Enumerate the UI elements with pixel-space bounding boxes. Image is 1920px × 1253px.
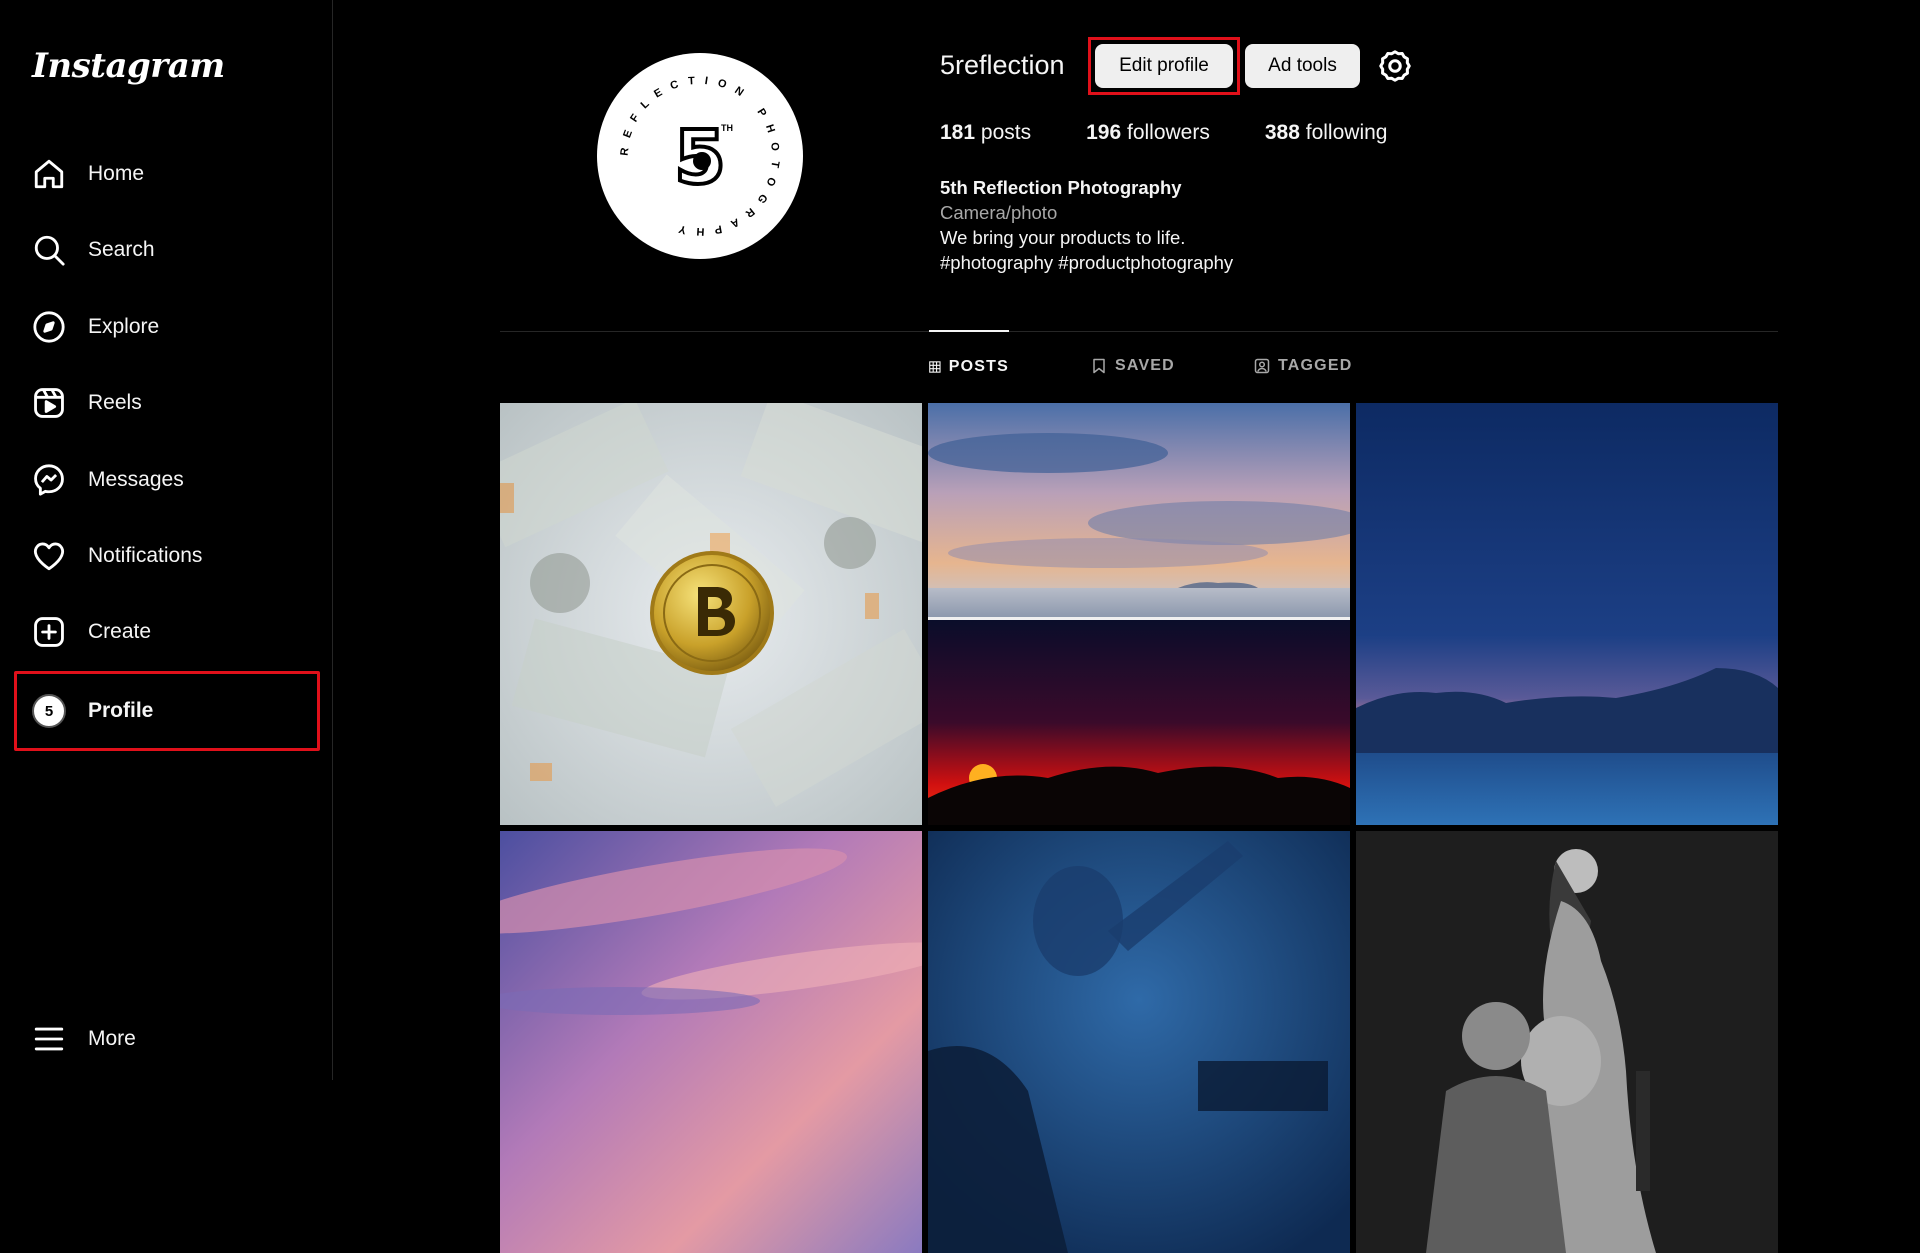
following-count: 388 — [1264, 121, 1300, 144]
sidebar-item-messages[interactable]: Messages — [14, 448, 320, 512]
post-maternity-portrait[interactable] — [1356, 831, 1778, 1253]
post-seascape-sunset[interactable] — [928, 403, 1350, 825]
sidebar-item-label: Profile — [88, 699, 154, 722]
sidebar-item-notifications[interactable]: Notifications — [14, 524, 320, 588]
followers-label: followers — [1126, 121, 1210, 144]
menu-icon — [32, 1022, 66, 1056]
posts-count: 181 — [940, 121, 976, 144]
post-pink-clouds[interactable] — [500, 831, 922, 1253]
bio-name: 5th Reflection Photography — [940, 177, 1182, 198]
logo-suffix: TH — [721, 123, 733, 133]
sidebar-item-more[interactable]: More — [14, 1007, 320, 1071]
sidebar-item-label: Home — [88, 162, 145, 185]
gear-icon[interactable] — [1377, 48, 1413, 84]
post-bitcoin[interactable] — [500, 403, 922, 825]
sidebar-item-search[interactable]: Search — [14, 218, 320, 282]
bio-line: We bring your products to life. — [940, 227, 1186, 248]
search-icon — [32, 233, 66, 267]
reels-icon — [32, 386, 66, 420]
tab-label: SAVED — [1115, 357, 1175, 374]
profile-stats: 181 posts 196 followers 388 following — [940, 121, 1442, 145]
sidebar-item-label: Messages — [88, 468, 184, 491]
avatar-logo-number: 5 — [32, 694, 66, 728]
sidebar-item-reels[interactable]: Reels — [14, 371, 320, 435]
profile-picture[interactable]: REFLECTION PHOTOGRAPHY 5 TH — [597, 53, 803, 259]
tab-label: POSTS — [948, 358, 1009, 375]
bookmark-icon — [1093, 358, 1105, 374]
grid-icon — [929, 361, 941, 373]
bio-hashtags[interactable]: #photography #productphotography — [940, 250, 1233, 275]
profile-bio: 5th Reflection Photography Camera/photo … — [940, 175, 1233, 275]
sidebar-item-label: Explore — [88, 315, 160, 338]
following-label: following — [1305, 121, 1388, 144]
sidebar-item-label: Notifications — [88, 544, 203, 567]
plus-square-icon — [32, 615, 66, 649]
sidebar-item-home[interactable]: Home — [14, 142, 320, 206]
compass-icon — [32, 310, 66, 344]
edit-profile-button[interactable]: Edit profile — [1095, 44, 1233, 88]
sidebar-item-label: More — [88, 1027, 136, 1050]
sidebar-item-explore[interactable]: Explore — [14, 295, 320, 359]
sidebar: Instagram Home Search Explore Reels Mess… — [0, 0, 333, 1080]
sidebar-item-create[interactable]: Create — [14, 600, 320, 664]
tag-person-icon — [1254, 358, 1270, 374]
posts-stat: 181 posts — [940, 121, 1031, 145]
bio-category: Camera/photo — [940, 202, 1058, 223]
following-stat[interactable]: 388 following — [1265, 121, 1388, 145]
followers-stat[interactable]: 196 followers — [1086, 121, 1210, 145]
followers-count: 196 — [1086, 121, 1122, 144]
posts-label: posts — [980, 121, 1032, 144]
sidebar-item-label: Create — [88, 620, 152, 643]
tab-label: TAGGED — [1278, 357, 1353, 374]
instagram-logo[interactable]: Instagram — [32, 46, 225, 86]
tab-saved[interactable]: SAVED — [1091, 331, 1175, 401]
sidebar-item-profile[interactable]: 5 Profile — [14, 671, 320, 751]
sidebar-item-label: Reels — [88, 391, 142, 414]
ad-tools-button[interactable]: Ad tools — [1245, 44, 1360, 88]
username: 5reflection — [940, 50, 1065, 80]
post-blue-hour-sea[interactable] — [1356, 403, 1778, 825]
messenger-icon — [32, 463, 66, 497]
tab-posts[interactable]: POSTS — [929, 330, 1009, 402]
post-shadow-blue[interactable] — [928, 831, 1350, 1253]
avatar: 5 — [32, 694, 66, 728]
tab-tagged[interactable]: TAGGED — [1254, 331, 1352, 401]
sidebar-item-label: Search — [88, 238, 155, 261]
heart-icon — [32, 539, 66, 573]
home-icon — [32, 157, 66, 191]
